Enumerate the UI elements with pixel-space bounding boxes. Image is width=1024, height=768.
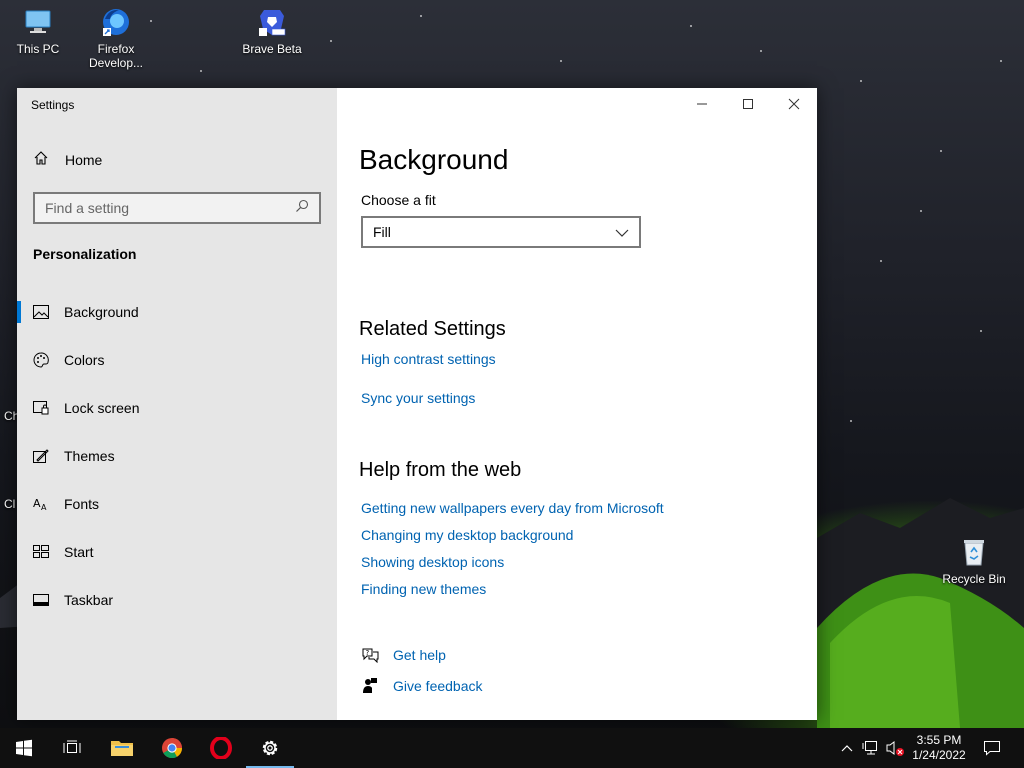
- get-help-icon: ?: [361, 646, 379, 664]
- desktop-icon-label: Recycle Bin: [942, 572, 1006, 586]
- chrome-button[interactable]: [148, 728, 196, 768]
- settings-taskbar-button[interactable]: [246, 728, 294, 768]
- desktop-icon-label: This PC: [16, 42, 60, 56]
- desktop-icon-this-pc[interactable]: This PC: [0, 6, 76, 56]
- home-label: Home: [65, 151, 103, 168]
- themes-icon: [33, 448, 49, 464]
- high-contrast-link[interactable]: High contrast settings: [361, 351, 496, 367]
- dropdown-value: Fill: [373, 224, 391, 240]
- firefox-developer-icon: [100, 6, 132, 38]
- desktop-icon-firefox-dev[interactable]: Firefox Develop...: [78, 6, 154, 70]
- chevron-up-icon: [841, 745, 853, 752]
- sync-settings-link[interactable]: Sync your settings: [361, 390, 475, 406]
- maximize-button[interactable]: [725, 88, 771, 120]
- sidebar-item-start[interactable]: Start: [17, 528, 337, 576]
- related-settings-heading: Related Settings: [359, 318, 506, 340]
- task-view-icon: [63, 740, 81, 753]
- start-button[interactable]: [0, 728, 48, 768]
- sidebar-item-taskbar[interactable]: Taskbar: [17, 576, 337, 624]
- sidebar-item-fonts[interactable]: AA Fonts: [17, 480, 337, 528]
- chrome-icon: [162, 738, 183, 759]
- desktop-partial-label: Cl: [4, 497, 16, 511]
- desktop-icon-brave-beta[interactable]: Brave Beta: [234, 6, 310, 56]
- page-title: Background: [359, 144, 509, 175]
- action-center-button[interactable]: [978, 728, 1006, 768]
- help-link-wallpapers[interactable]: Getting new wallpapers every day from Mi…: [361, 500, 664, 516]
- search-icon[interactable]: [295, 199, 309, 218]
- maximize-icon: [743, 99, 753, 109]
- close-button[interactable]: [771, 88, 817, 120]
- sidebar-item-label: Taskbar: [64, 592, 114, 608]
- help-link-desktop-background[interactable]: Changing my desktop background: [361, 527, 573, 543]
- section-title: Personalization: [33, 246, 137, 262]
- fonts-icon: AA: [33, 496, 49, 512]
- window-title: Settings: [31, 98, 75, 112]
- show-hidden-icons-button[interactable]: [838, 728, 856, 768]
- windows-logo-icon: [16, 739, 32, 757]
- get-help-label: Get help: [393, 647, 446, 663]
- sidebar-item-colors[interactable]: Colors: [17, 336, 337, 384]
- search-input[interactable]: [45, 200, 295, 216]
- minimize-button[interactable]: [679, 88, 725, 120]
- search-box[interactable]: [33, 192, 321, 224]
- chevron-down-icon: [615, 224, 629, 240]
- settings-window: Settings Home Personalization Background: [17, 88, 817, 720]
- desktop-icon-recycle-bin[interactable]: Recycle Bin: [936, 536, 1012, 586]
- picture-icon: [33, 304, 49, 320]
- choose-fit-label: Choose a fit: [361, 192, 436, 208]
- help-link-new-themes[interactable]: Finding new themes: [361, 581, 486, 597]
- clock-date: 1/24/2022: [912, 748, 966, 762]
- sidebar-item-lock-screen[interactable]: Lock screen: [17, 384, 337, 432]
- clock[interactable]: 3:55 PM 1/24/2022: [906, 733, 972, 763]
- sidebar-item-themes[interactable]: Themes: [17, 432, 337, 480]
- home-icon: [33, 150, 65, 169]
- clock-time: 3:55 PM: [916, 733, 962, 747]
- file-explorer-button[interactable]: [98, 728, 146, 768]
- close-icon: [788, 98, 800, 110]
- start-icon: [33, 544, 49, 560]
- file-explorer-icon: [111, 741, 133, 756]
- opera-icon: [210, 737, 232, 759]
- desktop-icon-label: Brave Beta: [242, 42, 302, 56]
- help-heading: Help from the web: [359, 459, 522, 481]
- desktop-icon-label: Firefox Develop...: [88, 42, 144, 70]
- sidebar-item-label: Start: [64, 544, 94, 560]
- give-feedback-link[interactable]: Give feedback: [361, 677, 483, 695]
- svg-text:A: A: [33, 497, 41, 510]
- sidebar-item-label: Lock screen: [64, 400, 140, 416]
- minimize-icon: [697, 103, 707, 105]
- window-caption-buttons: [679, 88, 817, 120]
- this-pc-icon: [22, 6, 54, 38]
- settings-icon: [262, 740, 278, 756]
- volume-button[interactable]: [884, 728, 906, 768]
- recycle-bin-icon: [958, 536, 990, 568]
- taskbar: 3:55 PM 1/24/2022: [0, 728, 1024, 768]
- lock-screen-icon: [33, 400, 49, 416]
- help-link-desktop-icons[interactable]: Showing desktop icons: [361, 554, 504, 570]
- svg-text:A: A: [41, 503, 47, 511]
- choose-fit-dropdown[interactable]: Fill: [361, 216, 641, 248]
- sidebar-item-label: Colors: [64, 352, 105, 368]
- taskbar-icon: [33, 592, 49, 608]
- sidebar: Settings Home Personalization Background: [17, 88, 337, 720]
- task-view-button[interactable]: [48, 728, 96, 768]
- content-pane: Background Choose a fit Fill Related Set…: [337, 88, 817, 720]
- sidebar-item-background[interactable]: Background: [17, 288, 337, 336]
- palette-icon: [33, 352, 49, 368]
- svg-text:?: ?: [366, 649, 370, 657]
- get-help-link[interactable]: ? Get help: [361, 646, 446, 664]
- home-link[interactable]: Home: [33, 150, 102, 169]
- volume-muted-icon: [886, 741, 904, 756]
- opera-button[interactable]: [197, 728, 245, 768]
- notification-icon: [984, 741, 1000, 756]
- sidebar-item-label: Background: [64, 304, 139, 320]
- give-feedback-label: Give feedback: [393, 678, 483, 694]
- network-button[interactable]: [860, 728, 882, 768]
- feedback-icon: [361, 677, 379, 695]
- sidebar-item-label: Fonts: [64, 496, 100, 512]
- sidebar-item-label: Themes: [64, 448, 115, 464]
- brave-beta-icon: [256, 6, 288, 38]
- sidebar-nav: Background Colors Lock screen Themes A A…: [17, 288, 337, 624]
- network-icon: [862, 741, 877, 755]
